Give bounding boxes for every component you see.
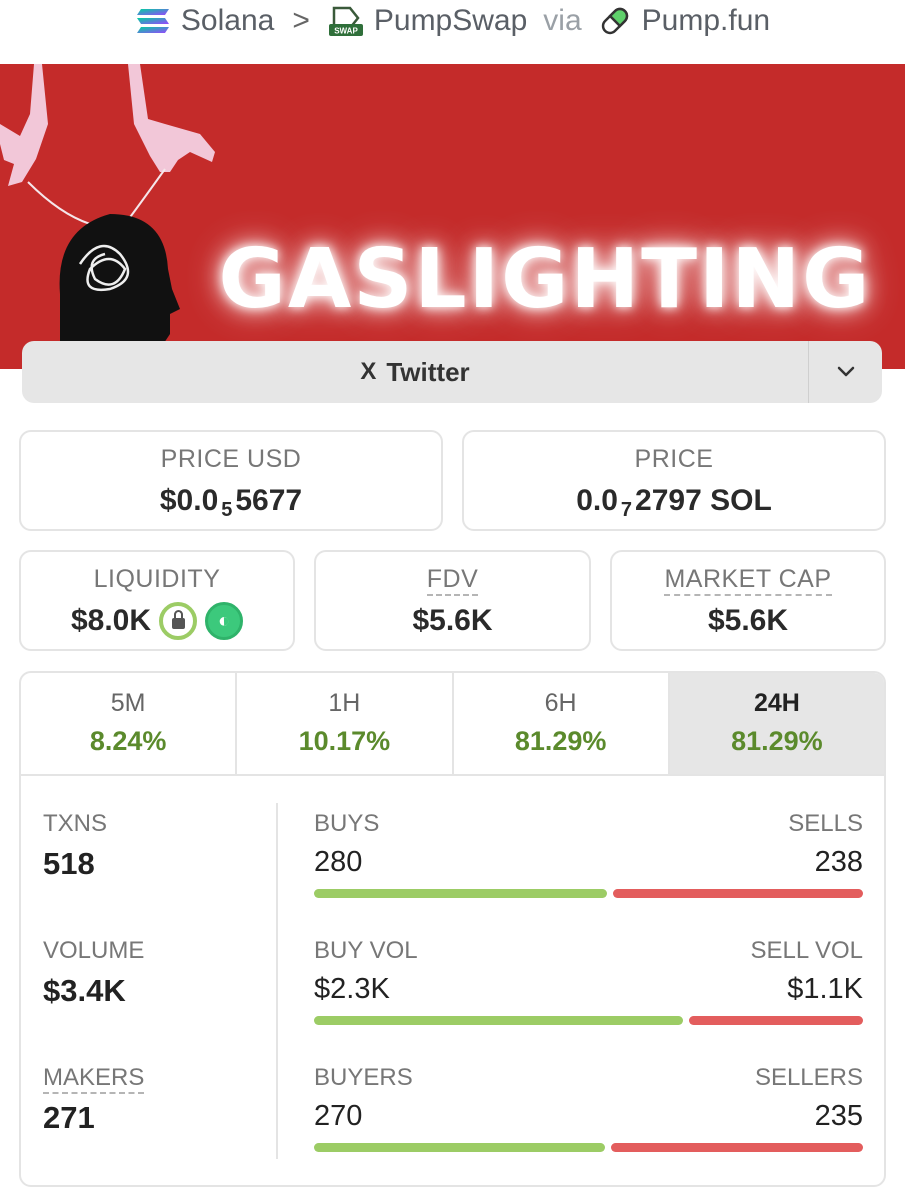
price-usd-label: PRICE USD	[160, 445, 302, 473]
sellers-value: 235	[814, 1100, 863, 1132]
price-sol-value: 0.0 7 2797 SOL	[576, 484, 772, 521]
tab-label: 1H	[328, 689, 361, 717]
fdv-card: FDV $5.6K	[314, 550, 591, 651]
swap-badge-text: SWAP	[334, 27, 358, 36]
twitter-button[interactable]: X Twitter	[22, 341, 808, 403]
tab-change: 81.29%	[731, 726, 823, 756]
x-logo-icon: X	[360, 358, 377, 385]
tab-6h[interactable]: 6H 81.29%	[454, 673, 670, 774]
breadcrumb-chain[interactable]: Solana	[181, 4, 274, 38]
tab-5m[interactable]: 5M 8.24%	[21, 673, 238, 774]
pumpswap-icon: SWAP	[328, 4, 364, 38]
txns-stat: TXNS 518	[43, 810, 107, 882]
tab-change: 8.24%	[89, 726, 167, 756]
makers-value: 271	[43, 1100, 95, 1135]
stats-panel: 5M 8.24% 1H 10.17% 6H 81.29% 24H 81.29% …	[19, 671, 886, 1187]
liquidity-value: $8.0K	[70, 604, 152, 637]
buy-bar	[314, 1143, 605, 1152]
buy-bar	[314, 1016, 684, 1025]
timeframe-tabs: 5M 8.24% 1H 10.17% 6H 81.29% 24H 81.29%	[21, 673, 884, 776]
tab-label: 24H	[753, 689, 800, 717]
buyers-sellers-ratio: BUYERS SELLERS 270 235	[314, 1064, 863, 1152]
market-cap-card: MARKET CAP $5.6K	[610, 550, 886, 651]
buys-value: 280	[314, 846, 363, 878]
price-sol-zero-count: 7	[620, 499, 633, 521]
tab-change: 81.29%	[514, 726, 607, 756]
sell-bar	[613, 889, 863, 898]
txns-label: TXNS	[43, 810, 108, 837]
sellers-label: SELLERS	[754, 1064, 863, 1091]
volume-value: $3.4K	[43, 973, 126, 1008]
fdv-value: $5.6K	[412, 604, 493, 637]
breadcrumb-via: via	[543, 4, 582, 37]
sell-bar	[689, 1016, 863, 1025]
price-sol-label: PRICE	[634, 445, 714, 473]
volume-stat: VOLUME $3.4K	[43, 937, 144, 1009]
globe-icon[interactable]: ◐	[205, 602, 244, 640]
sell-bar	[610, 1143, 863, 1152]
price-usd-zero-count: 5	[221, 499, 233, 521]
token-banner: GASLIGHTING	[0, 64, 905, 369]
breadcrumb-separator: >	[292, 4, 310, 37]
sell-vol-label: SELL VOL	[750, 937, 863, 964]
stats-divider	[276, 803, 278, 1159]
sell-vol-value: $1.1K	[787, 973, 863, 1005]
market-cap-label[interactable]: MARKET CAP	[664, 565, 832, 596]
fdv-label[interactable]: FDV	[426, 565, 479, 596]
pill-icon	[598, 4, 632, 38]
price-usd-value: $0.0 5 5677	[159, 484, 303, 521]
buyers-value: 270	[314, 1100, 363, 1132]
makers-label[interactable]: MAKERS	[43, 1064, 145, 1094]
buy-bar	[314, 889, 608, 898]
sells-value: 238	[814, 846, 863, 878]
buyers-label: BUYERS	[314, 1064, 413, 1091]
tab-change: 10.17%	[298, 726, 391, 756]
chevron-down-icon	[837, 366, 854, 377]
breadcrumb-dex[interactable]: PumpSwap	[374, 4, 527, 38]
twitter-label: Twitter	[386, 356, 470, 387]
tab-24h[interactable]: 24H 81.29%	[669, 673, 884, 774]
liquidity-card: LIQUIDITY $8.0K ◐	[19, 550, 295, 651]
volume-label: VOLUME	[43, 937, 145, 964]
buy-sell-volume-ratio: BUY VOL SELL VOL $2.3K $1.1K	[314, 937, 863, 1025]
sells-label: SELLS	[788, 810, 863, 837]
liquidity-label: LIQUIDITY	[93, 565, 221, 593]
tab-1h[interactable]: 1H 10.17%	[237, 673, 454, 774]
makers-stat: MAKERS 271	[43, 1064, 145, 1136]
solana-icon	[135, 7, 171, 35]
market-cap-value: $5.6K	[707, 604, 789, 637]
breadcrumb: Solana > SWAP PumpSwap via Pump.fun	[0, 0, 905, 42]
lock-icon[interactable]	[159, 602, 198, 640]
breadcrumb-launchpad[interactable]: Pump.fun	[642, 4, 770, 38]
buys-label: BUYS	[314, 810, 380, 837]
price-usd-card: PRICE USD $0.0 5 5677	[19, 430, 443, 531]
buys-sells-ratio: BUYS SELLS 280 238	[314, 810, 863, 898]
more-links-button[interactable]	[808, 341, 882, 403]
price-sol-card: PRICE 0.0 7 2797 SOL	[462, 430, 886, 531]
social-links-bar: X Twitter	[22, 341, 882, 403]
buy-vol-label: BUY VOL	[314, 937, 418, 964]
buy-vol-value: $2.3K	[314, 973, 390, 1005]
txns-value: 518	[43, 846, 95, 881]
tab-label: 5M	[110, 689, 146, 717]
tab-label: 6H	[544, 689, 577, 717]
banner-title: GASLIGHTING	[218, 231, 872, 327]
